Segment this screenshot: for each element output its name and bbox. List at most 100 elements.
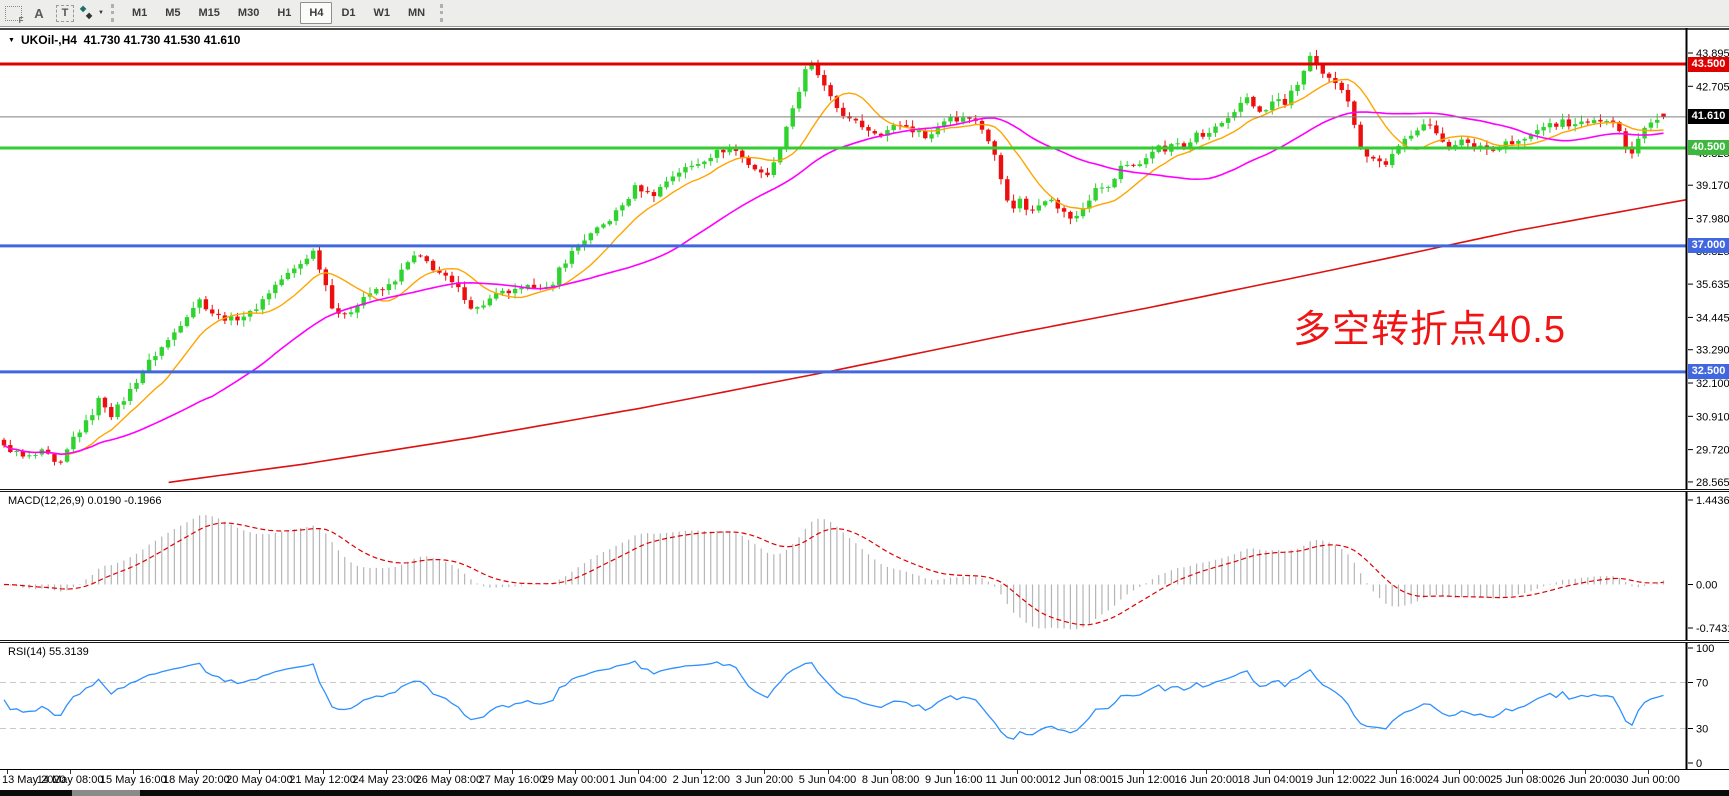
- macd-panel[interactable]: 1.44360.00-0.7431: [0, 492, 1729, 640]
- candle: [185, 317, 189, 326]
- candle: [122, 401, 126, 405]
- candle: [406, 262, 410, 269]
- candle: [1415, 130, 1419, 135]
- time-axis-label: 20 May 04:00: [226, 774, 293, 786]
- candle: [242, 317, 246, 321]
- time-axis-label: 22 Jun 16:00: [1364, 774, 1428, 786]
- candle: [759, 169, 763, 172]
- candle: [1472, 143, 1476, 147]
- candle: [803, 69, 807, 91]
- timeframe-button-H4[interactable]: H4: [300, 2, 332, 24]
- candle: [1175, 143, 1179, 144]
- chart-workspace[interactable]: 43.89542.70541.51540.32539.17037.98036.8…: [0, 28, 1729, 796]
- candle: [513, 289, 517, 293]
- symbol-dropdown-icon[interactable]: ▼: [8, 37, 15, 44]
- candle: [469, 300, 473, 308]
- candle: [658, 187, 662, 197]
- candle: [1100, 188, 1104, 189]
- candle: [500, 291, 504, 294]
- candle: [854, 119, 858, 121]
- timeframe-button-M15[interactable]: M15: [190, 2, 229, 24]
- candle: [797, 92, 801, 109]
- candle: [614, 210, 618, 221]
- chart-frame-tool-icon[interactable]: F: [1, 3, 25, 24]
- time-axis-label: 15 Jun 12:00: [1111, 774, 1175, 786]
- candle: [279, 279, 283, 285]
- candle: [929, 134, 933, 138]
- candle: [1453, 145, 1457, 147]
- frame-f-label: F: [19, 16, 24, 25]
- candle: [286, 273, 290, 279]
- candle: [1598, 120, 1602, 122]
- candle: [1611, 121, 1615, 122]
- price-tick-label: 42.705: [1696, 81, 1729, 93]
- candle: [254, 309, 258, 311]
- rsi-label: RSI(14) 55.3139: [8, 646, 89, 658]
- candle: [860, 121, 864, 128]
- toolbar-grip[interactable]: [111, 4, 117, 22]
- candle: [702, 162, 706, 165]
- candle: [166, 340, 170, 348]
- candle: [1119, 166, 1123, 179]
- price-tick-label: 30.910: [1696, 411, 1729, 423]
- candle: [71, 437, 75, 450]
- rsi-line: [4, 661, 1664, 739]
- candle: [305, 259, 309, 264]
- timeframe-button-M1[interactable]: M1: [123, 2, 156, 24]
- candle: [601, 224, 605, 227]
- candle: [721, 150, 725, 153]
- ma-slow-magenta-line: [4, 112, 1664, 454]
- candle: [298, 264, 302, 269]
- toolbar: F A T ◆◆ ▼ M1M5M15M30H1H4D1W1MN: [0, 0, 1729, 27]
- candle: [1030, 210, 1034, 211]
- candle: [2, 440, 6, 446]
- candle: [1131, 165, 1135, 166]
- candle: [955, 117, 959, 121]
- candle: [475, 307, 479, 309]
- time-axis-label: 3 Jun 20:00: [736, 774, 794, 786]
- candle: [1655, 120, 1659, 123]
- symbol-ohlc-text: UKOil-,H4 41.730 41.730 41.530 41.610: [21, 33, 241, 47]
- candle: [1592, 120, 1596, 123]
- candle: [1295, 85, 1299, 91]
- rsi-panel[interactable]: 10070300: [0, 643, 1729, 769]
- price-tick-label: 33.290: [1696, 345, 1729, 357]
- candle: [582, 240, 586, 244]
- candle: [1201, 133, 1205, 137]
- candle: [147, 360, 151, 371]
- text-label-tool-icon[interactable]: T: [53, 3, 77, 24]
- timeframe-button-M5[interactable]: M5: [156, 2, 189, 24]
- candle: [652, 192, 656, 196]
- candle: [1321, 65, 1325, 74]
- candle: [1636, 139, 1640, 154]
- candle: [210, 309, 214, 313]
- candle: [1579, 122, 1583, 125]
- price-tick-label: 28.565: [1696, 477, 1729, 489]
- timeframe-button-M30[interactable]: M30: [229, 2, 268, 24]
- candle: [14, 451, 18, 452]
- candle: [273, 285, 277, 293]
- candle: [727, 149, 731, 152]
- price-badge-37.000: 37.000: [1688, 238, 1729, 253]
- candle: [696, 164, 700, 166]
- toolbar-grip-2[interactable]: [440, 4, 446, 22]
- candle: [1535, 130, 1539, 134]
- candle: [1068, 212, 1072, 219]
- timeframe-button-W1[interactable]: W1: [365, 2, 400, 24]
- timeframe-button-MN[interactable]: MN: [399, 2, 434, 24]
- timeframe-button-D1[interactable]: D1: [332, 2, 364, 24]
- text-tool-icon[interactable]: A: [27, 3, 51, 24]
- candle: [1049, 200, 1053, 202]
- timeframe-button-H1[interactable]: H1: [268, 2, 300, 24]
- arrows-tool-icon[interactable]: ◆◆ ▼: [79, 3, 104, 24]
- candle: [488, 298, 492, 305]
- candle: [671, 176, 675, 181]
- macd-histogram: [4, 515, 1664, 629]
- candle: [608, 221, 612, 224]
- main-price-panel[interactable]: 43.89542.70541.51540.32539.17037.98036.8…: [0, 28, 1729, 489]
- t-box-glyph: T: [56, 5, 74, 22]
- candle: [90, 415, 94, 420]
- candle: [1018, 199, 1022, 209]
- candle: [1043, 201, 1047, 205]
- candle: [84, 420, 88, 432]
